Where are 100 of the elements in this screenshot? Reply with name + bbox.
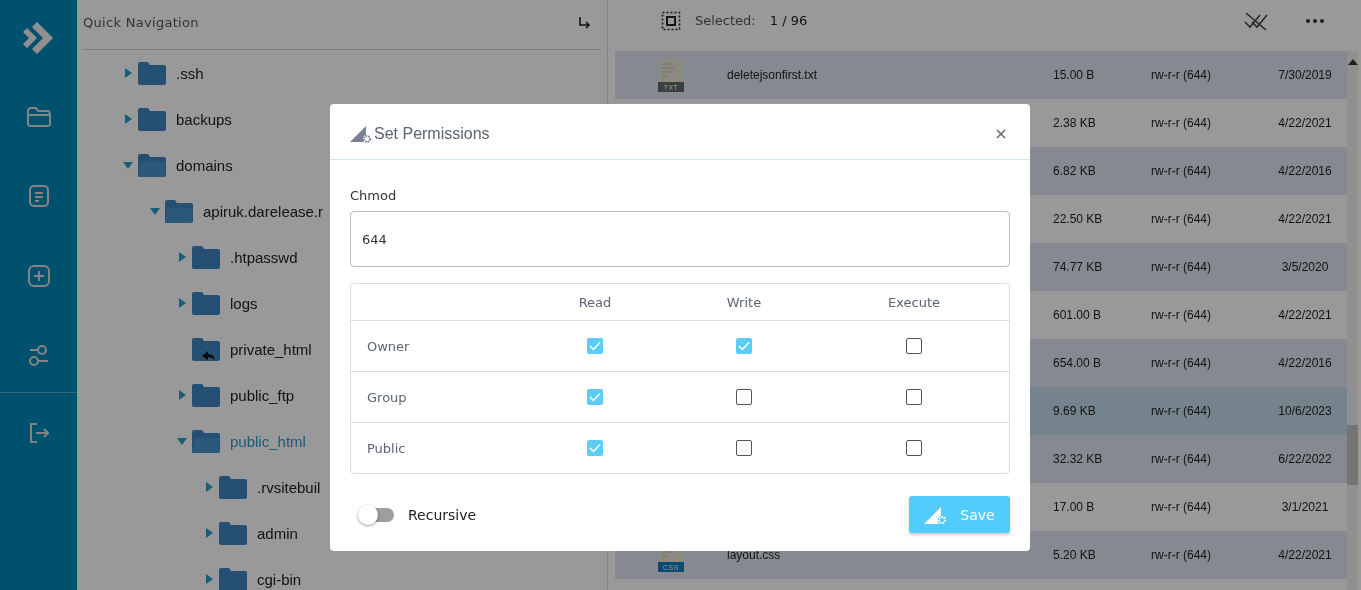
selected-count: 1 / 96 xyxy=(769,13,808,28)
file-size: 74.77 KB xyxy=(1053,260,1104,274)
caret-right-icon[interactable] xyxy=(204,574,214,584)
tree-item[interactable]: domains xyxy=(176,156,233,174)
file-date: 3/1/2021 xyxy=(1280,500,1330,514)
folder-shortcut-icon xyxy=(192,337,220,361)
file-size: 6.82 KB xyxy=(1053,164,1097,178)
folder-icon xyxy=(192,383,220,407)
row-label: Group xyxy=(366,389,408,405)
document-icon[interactable] xyxy=(27,184,50,208)
tree-item[interactable]: public_ftp xyxy=(230,386,295,404)
open-folder-icon xyxy=(165,199,193,223)
file-size: 2.38 KB xyxy=(1053,116,1097,130)
checkbox[interactable] xyxy=(587,440,603,456)
file-permissions: rw-r-r (644) xyxy=(1151,68,1212,82)
checkbox[interactable] xyxy=(906,389,922,405)
add-icon[interactable] xyxy=(26,264,51,288)
caret-right-icon[interactable] xyxy=(177,252,187,262)
folder-icon xyxy=(192,291,220,315)
file-permissions: rw-r-r (644) xyxy=(1151,356,1212,370)
field-label: Chmod xyxy=(350,188,398,203)
folder-icon xyxy=(219,475,247,499)
caret-down-icon[interactable] xyxy=(150,206,160,216)
column-header: Write xyxy=(725,294,763,310)
caret-right-icon[interactable] xyxy=(177,390,187,400)
checkbox[interactable] xyxy=(587,389,603,405)
checkbox[interactable] xyxy=(736,338,752,354)
file-permissions: rw-r-r (644) xyxy=(1151,164,1212,178)
caret-right-icon[interactable] xyxy=(204,528,214,538)
caret-down-icon[interactable] xyxy=(123,160,133,170)
tree-item[interactable]: .htpasswd xyxy=(230,248,298,266)
toggle-label: Recursive xyxy=(408,506,477,523)
file-date: 3/5/2020 xyxy=(1280,260,1330,274)
file-size: 22.50 KB xyxy=(1053,212,1104,226)
recursive-toggle[interactable] xyxy=(360,507,394,522)
file-date: 7/30/2019 xyxy=(1277,68,1333,82)
deselect-icon[interactable] xyxy=(1243,10,1269,31)
more-icon[interactable] xyxy=(1305,17,1325,24)
checkbox[interactable] xyxy=(906,338,922,354)
scrollbar[interactable] xyxy=(1347,51,1358,590)
logo-icon xyxy=(22,20,55,56)
file-permissions: rw-r-r (644) xyxy=(1151,308,1212,322)
tree-item[interactable]: logs xyxy=(230,294,258,312)
checkbox[interactable] xyxy=(906,440,922,456)
checkbox[interactable] xyxy=(736,389,752,405)
tree-item[interactable]: private_html xyxy=(230,340,312,358)
file-size: 15.00 B xyxy=(1053,68,1096,82)
folder-icon xyxy=(192,245,220,269)
file-date: 4/22/2016 xyxy=(1277,164,1333,178)
file-date: 4/22/2016 xyxy=(1277,356,1333,370)
file-size: 17.00 B xyxy=(1053,500,1096,514)
selected-label: Selected: xyxy=(695,13,756,28)
file-date: 10/6/2023 xyxy=(1277,404,1333,418)
file-size: 654.00 B xyxy=(1053,356,1103,370)
tree-item[interactable]: .ssh xyxy=(176,64,204,82)
caret-right-icon[interactable] xyxy=(123,114,133,124)
return-arrow-icon[interactable] xyxy=(577,15,591,30)
row-label: Public xyxy=(366,440,407,456)
checkbox[interactable] xyxy=(736,440,752,456)
caret-right-icon[interactable] xyxy=(204,482,214,492)
file-permissions: rw-r-r (644) xyxy=(1151,452,1212,466)
tree-item[interactable]: backups xyxy=(176,110,232,128)
file-date: 4/22/2021 xyxy=(1277,212,1333,226)
file-permissions: rw-r-r (644) xyxy=(1151,116,1212,130)
checkbox[interactable] xyxy=(587,338,603,354)
caret-down-icon[interactable] xyxy=(177,436,187,446)
open-folder-icon xyxy=(138,153,166,177)
folder-icon[interactable] xyxy=(25,106,52,128)
panel-title: Quick Navigation xyxy=(83,15,199,30)
caret-right-icon[interactable] xyxy=(177,298,187,308)
scrollbar-thumb[interactable] xyxy=(1347,425,1358,485)
folder-icon xyxy=(219,567,247,590)
folder-icon xyxy=(138,61,166,85)
folder-icon xyxy=(219,521,247,545)
file-size: 5.20 KB xyxy=(1053,548,1097,562)
tree-item[interactable]: admin xyxy=(257,524,298,542)
file-size: 601.00 B xyxy=(1053,308,1103,322)
file-size: 9.69 KB xyxy=(1053,404,1097,418)
file-name: deletejsonfirst.txt xyxy=(727,68,818,82)
tree-item[interactable]: .rvsitebuil xyxy=(257,478,321,496)
settings-icon[interactable] xyxy=(26,344,51,368)
file-permissions: rw-r-r (644) xyxy=(1151,404,1212,418)
file-permissions: rw-r-r (644) xyxy=(1151,500,1212,514)
caret-right-icon[interactable] xyxy=(123,68,133,78)
chmod-field[interactable]: 644 xyxy=(350,211,1010,267)
column-header: Read xyxy=(577,294,613,310)
dialog-title: Set Permissions xyxy=(374,124,490,143)
close-icon xyxy=(996,128,1006,139)
file-permissions: rw-r-r (644) xyxy=(1151,548,1212,562)
row-label: Owner xyxy=(366,338,411,354)
file-date: 4/22/2021 xyxy=(1277,116,1333,130)
file-date: 4/22/2021 xyxy=(1277,548,1333,562)
select-all-icon[interactable] xyxy=(661,10,681,31)
file-size: 32.32 KB xyxy=(1053,452,1104,466)
file-name: layout.css xyxy=(727,548,781,562)
file-date: 4/22/2021 xyxy=(1277,308,1333,322)
scroll-up-icon[interactable] xyxy=(1347,59,1358,65)
file-icon xyxy=(658,58,684,92)
tree-item[interactable]: cgi-bin xyxy=(257,570,302,588)
tree-item[interactable]: apiruk.darelease.r xyxy=(203,202,324,220)
